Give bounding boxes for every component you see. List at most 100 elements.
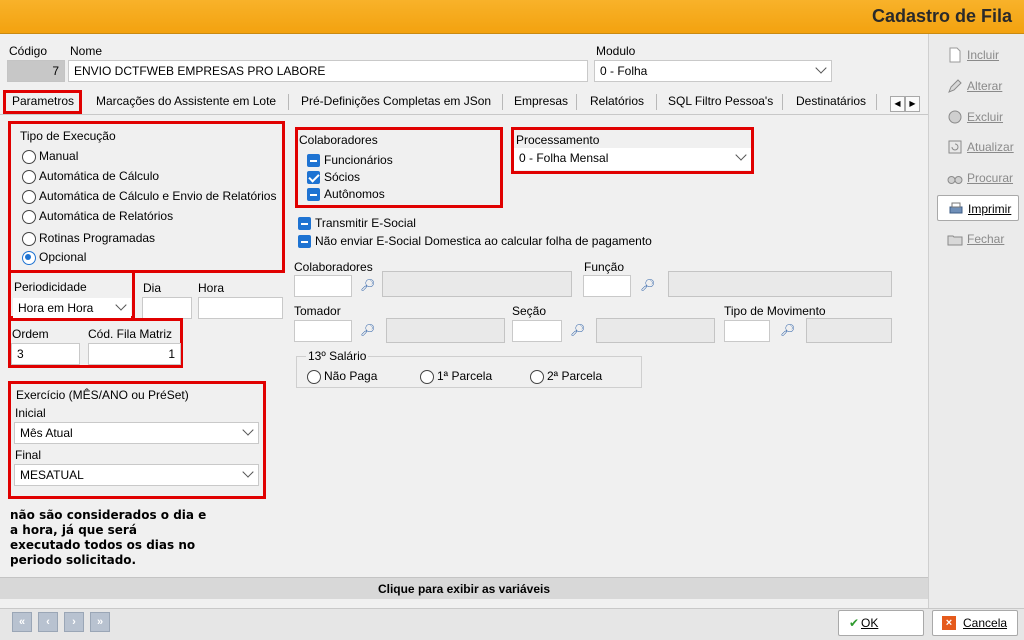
binoculars-icon[interactable]: 🔎︎: [780, 323, 796, 337]
hora-label: Hora: [198, 281, 225, 295]
tipo-movimento-code-field[interactable]: [724, 320, 770, 342]
procurar-button[interactable]: Procurar: [937, 165, 1019, 191]
show-variables-bar[interactable]: Clique para exibir as variáveis: [0, 577, 928, 599]
nome-field[interactable]: ENVIO DCTFWEB EMPRESAS PRO LABORE: [68, 60, 588, 82]
cancel-label: Cancela: [963, 616, 1008, 630]
radio-automatica-relatorios[interactable]: Automática de Relatórios: [22, 208, 173, 224]
tab-separator: [502, 94, 503, 110]
binoculars-icon: [947, 176, 963, 184]
window-title: Cadastro de Fila: [871, 6, 1012, 26]
fechar-button[interactable]: Fechar: [937, 226, 1019, 252]
first-record-button[interactable]: «: [12, 612, 32, 632]
funcao-code-field[interactable]: [583, 275, 631, 297]
processamento-label: Processamento: [516, 133, 600, 147]
atualizar-button[interactable]: Atualizar: [937, 134, 1019, 160]
checkbox-socios[interactable]: Sócios: [307, 169, 360, 185]
excluir-button[interactable]: Excluir: [937, 104, 1019, 130]
codigo-field[interactable]: 7: [7, 60, 65, 82]
imprimir-button[interactable]: Imprimir: [937, 195, 1019, 221]
checkbox-funcionarios[interactable]: Funcionários: [307, 152, 393, 168]
radio-rotinas-programadas[interactable]: Rotinas Programadas: [22, 230, 155, 246]
modulo-select[interactable]: 0 - Folha: [594, 60, 832, 82]
ok-button[interactable]: ✔ OK: [838, 610, 924, 636]
tab-underline: [0, 114, 928, 115]
funcao-label: Função: [584, 260, 625, 274]
radio-1a-parcela[interactable]: 1ª Parcela: [420, 368, 492, 384]
tab-destinatarios[interactable]: Destinatários: [794, 90, 868, 114]
tipo-execucao-title: Tipo de Execução: [20, 129, 116, 143]
tomador-label: Tomador: [294, 304, 341, 318]
new-document-icon: [949, 47, 961, 63]
ordem-label: Ordem: [12, 327, 49, 341]
alterar-button[interactable]: Alterar: [937, 73, 1019, 99]
nome-label: Nome: [70, 44, 103, 58]
checkbox-minus-icon: [298, 217, 311, 230]
tab-pre-definicoes[interactable]: Pré-Definições Completas em JSon: [299, 90, 493, 114]
final-value: MESATUAL: [20, 468, 84, 482]
processamento-value: 0 - Folha Mensal: [519, 151, 609, 165]
inicial-select[interactable]: Mês Atual: [14, 422, 259, 444]
periodicidade-value: Hora em Hora: [18, 301, 94, 315]
tab-sql-filtro[interactable]: SQL Filtro Pessoa's: [666, 90, 775, 114]
edit-icon: [948, 79, 962, 93]
tab-separator: [876, 94, 877, 110]
binoculars-icon[interactable]: 🔎︎: [640, 278, 656, 292]
tab-separator: [288, 94, 289, 110]
tab-separator: [656, 94, 657, 110]
codigo-label: Código: [9, 44, 48, 58]
tomador-code-field[interactable]: [294, 320, 352, 342]
tab-separator: [576, 94, 577, 110]
radio-opcional[interactable]: Opcional: [22, 249, 86, 265]
last-record-button[interactable]: »: [90, 612, 110, 632]
processamento-select[interactable]: 0 - Folha Mensal: [514, 148, 751, 170]
dia-field[interactable]: [142, 297, 192, 319]
hora-field[interactable]: [198, 297, 283, 319]
radio-nao-paga[interactable]: Não Paga: [307, 368, 377, 384]
colaboradores-code-field[interactable]: [294, 275, 352, 297]
checkbox-nao-enviar-esocial[interactable]: Não enviar E-Social Domestica ao calcula…: [298, 233, 652, 249]
tab-empresas[interactable]: Empresas: [512, 90, 570, 114]
chevron-down-icon: [115, 299, 127, 311]
incluir-button[interactable]: Incluir: [937, 42, 1019, 68]
binoculars-icon[interactable]: 🔎︎: [360, 323, 376, 337]
final-select[interactable]: MESATUAL: [14, 464, 259, 486]
next-record-button[interactable]: ›: [64, 612, 84, 632]
printer-icon: [949, 202, 963, 214]
tab-scroll-left-button[interactable]: ◀: [890, 96, 905, 112]
secao-desc-field: [596, 318, 715, 343]
checkbox-transmitir-esocial[interactable]: Transmitir E-Social: [298, 215, 416, 231]
colaboradores-desc-field: [382, 271, 572, 297]
ordem-field[interactable]: 3: [11, 343, 80, 365]
exercicio-title: Exercício (MÊS/ANO ou PréSet): [16, 388, 189, 402]
tomador-desc-field: [386, 318, 505, 343]
previous-record-button[interactable]: ‹: [38, 612, 58, 632]
tipo-movimento-label: Tipo de Movimento: [724, 304, 826, 318]
chevron-down-icon: [815, 62, 827, 74]
modulo-value: 0 - Folha: [600, 64, 648, 78]
checkbox-check-icon: [307, 171, 320, 184]
cod-fila-matriz-field[interactable]: 1: [88, 343, 181, 365]
cancel-button[interactable]: × Cancela: [932, 610, 1018, 636]
tab-scroll-right-button[interactable]: ▶: [905, 96, 920, 112]
tab-relatorios[interactable]: Relatórios: [588, 90, 646, 114]
radio-automatica-calculo-envio[interactable]: Automática de Cálculo e Envio de Relatór…: [22, 188, 276, 204]
binoculars-icon[interactable]: 🔎︎: [360, 278, 376, 292]
modulo-label: Modulo: [596, 44, 636, 58]
refresh-icon: [948, 140, 962, 154]
periodicidade-select[interactable]: Hora em Hora: [13, 298, 131, 320]
radio-2a-parcela[interactable]: 2ª Parcela: [530, 368, 602, 384]
tab-marcacoes[interactable]: Marcações do Assistente em Lote: [94, 90, 278, 114]
final-label: Final: [15, 448, 42, 462]
checkmark-icon: ✔: [849, 616, 860, 630]
chevron-down-icon: [242, 466, 254, 478]
secao-label: Seção: [512, 304, 547, 318]
checkbox-autonomos[interactable]: Autônomos: [307, 186, 385, 202]
radio-manual[interactable]: Manual: [22, 148, 78, 164]
radio-automatica-calculo[interactable]: Automática de Cálculo: [22, 168, 159, 184]
colaboradores-group-title: Colaboradores: [299, 133, 378, 147]
funcao-desc-field: [668, 271, 892, 297]
tab-separator: [782, 94, 783, 110]
chevron-down-icon: [242, 424, 254, 436]
secao-code-field[interactable]: [512, 320, 562, 342]
binoculars-icon[interactable]: 🔎︎: [570, 323, 586, 337]
